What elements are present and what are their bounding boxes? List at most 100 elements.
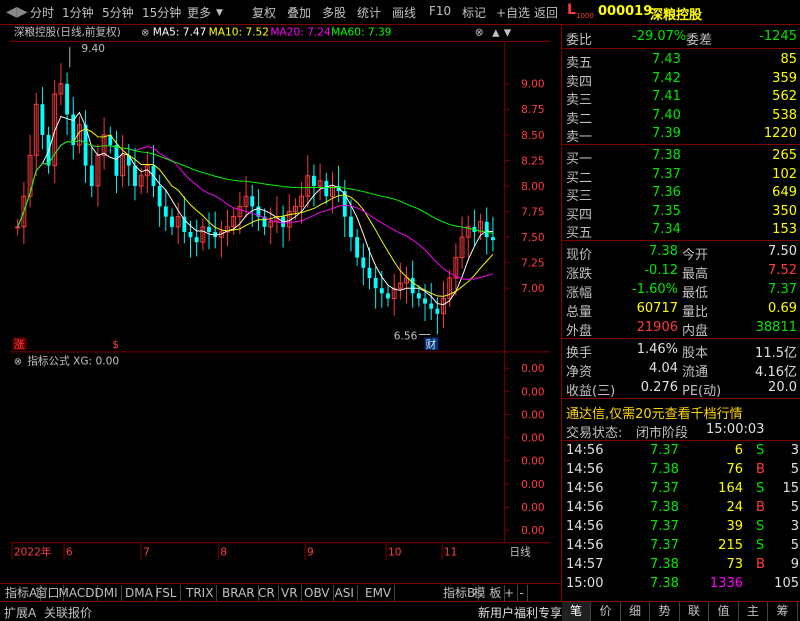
right-tab[interactable]: 价 xyxy=(592,602,621,621)
add-watchlist-button[interactable]: +自选 xyxy=(496,4,530,21)
close-chart-icon[interactable]: ⊗ xyxy=(475,27,484,39)
related-quote-button[interactable]: 关联报价 xyxy=(44,604,92,621)
price-grid: 9.00 8.75 8.50 8.25 8.00 7.75 7.50 7.25 7.00 xyxy=(504,79,545,295)
ask-label: 卖四 xyxy=(566,74,593,90)
right-tab[interactable]: 主 xyxy=(739,602,768,621)
tick-row: 14:56 7.37 215 S 5 xyxy=(562,537,800,555)
tick-price: 7.37 xyxy=(650,519,679,534)
tongji-button[interactable]: 统计 xyxy=(357,4,381,21)
status-value: 闭市阶段 xyxy=(636,426,689,441)
tick-volume: 73 xyxy=(726,557,743,572)
top-toolbar: ◀▶ 分时 1分钟 5分钟 15分钟 更多 ▼ 复权 叠加 多股 统计 画线 F… xyxy=(0,0,800,25)
stat-label: 涨跌 xyxy=(566,267,593,282)
back-button[interactable]: 返回 xyxy=(534,4,558,21)
tab-15min[interactable]: 15分钟 xyxy=(142,4,181,21)
tick-row: 14:56 7.37 39 S 3 xyxy=(562,518,800,536)
tick-volume: 164 xyxy=(718,481,743,496)
tick-row: 14:56 7.38 24 B 5 xyxy=(562,499,800,517)
indicator-tab[interactable]: TRIX xyxy=(183,585,218,601)
cai-badge[interactable]: 财 xyxy=(426,338,437,351)
right-tab[interactable]: 细 xyxy=(621,602,650,621)
tick-count: 15 xyxy=(782,481,799,496)
chart-up-icon[interactable]: ▲ xyxy=(492,28,500,39)
fund-value: 20.0 xyxy=(768,380,797,395)
stock-name: 深粮控股 xyxy=(650,8,703,23)
diejia-button[interactable]: 叠加 xyxy=(287,4,311,21)
ask-label: 卖三 xyxy=(566,93,593,108)
indicator-title: 指标公式 XG: 0.00 xyxy=(27,354,119,367)
more-dropdown-icon[interactable]: ▼ xyxy=(216,8,223,18)
bid-row: 买五 7.34 153 xyxy=(562,221,800,241)
indicator-tab[interactable]: + xyxy=(501,585,519,601)
right-tab[interactable]: 势 xyxy=(651,602,680,621)
indicator-tick: 0.00 xyxy=(521,433,545,445)
stat-label: 现价 xyxy=(566,248,593,263)
indicator-tick: 0.00 xyxy=(521,386,545,398)
indicator-tabs: 指标A 窗口 MACD DMI DMA FSL TRIX BRAR CR VR OBV ASI EMV 指… xyxy=(0,583,560,602)
biaoji-button[interactable]: 标记 xyxy=(462,4,486,21)
status-label: 交易状态: xyxy=(566,426,623,441)
tick-price: 7.37 xyxy=(650,481,679,496)
indicator-settings-icon[interactable]: ⊗ xyxy=(14,356,22,367)
indicator-tab[interactable]: CR xyxy=(255,585,279,601)
indicator-tab[interactable]: VR xyxy=(278,585,302,601)
stat-label: 外盘 xyxy=(566,324,593,339)
right-tab[interactable]: 笔 xyxy=(562,602,591,621)
bid-row: 买四 7.35 350 xyxy=(562,203,800,223)
ma5-label: MA5: 7.47 xyxy=(153,27,207,39)
indicator-tick: 0.00 xyxy=(521,363,545,375)
trade-status-row: 交易状态: 闭市阶段 15:00:03 xyxy=(562,421,800,441)
tick-direction: S xyxy=(756,443,765,458)
stat-row: 涨幅 -1.60% 最低 7.37 xyxy=(562,281,800,301)
tick-direction: S xyxy=(756,538,765,553)
tick-time: 14:56 xyxy=(566,538,604,553)
ask-row: 卖四 7.42 359 xyxy=(562,70,800,90)
ask-row: 卖五 7.43 85 xyxy=(562,51,800,71)
price-tick: 7.75 xyxy=(521,206,545,218)
indicator-tick: 0.00 xyxy=(521,456,545,468)
tick-row: 14:56 7.37 164 S 15 xyxy=(562,480,800,498)
tick-count: 105 xyxy=(774,576,799,591)
weicha-value: -1245 xyxy=(759,29,797,44)
fund-value: 4.04 xyxy=(649,361,678,376)
fund-row: 收益(三) 0.276 PE(动) 20.0 xyxy=(562,379,800,399)
fund-value: 1.46% xyxy=(636,342,678,357)
ask-price: 7.39 xyxy=(652,126,681,141)
tick-count: 5 xyxy=(790,500,799,515)
stat-label: 内盘 xyxy=(682,324,709,339)
tab-1min[interactable]: 1分钟 xyxy=(62,4,94,21)
indicator-tab[interactable]: BRAR xyxy=(219,585,259,601)
nav-arrows-icon[interactable]: ◀▶ xyxy=(6,4,28,20)
indicator-tab[interactable]: DMI xyxy=(92,585,122,601)
promo-row[interactable]: 通达信,仅需20元查看千档行情 xyxy=(562,402,800,422)
tick-row: 14:57 7.38 73 B 9 xyxy=(562,556,800,574)
tab-more[interactable]: 更多 xyxy=(187,4,211,21)
chart-down-icon[interactable]: ▼ xyxy=(504,28,512,39)
duogu-button[interactable]: 多股 xyxy=(322,4,346,21)
f10-button[interactable]: F10 xyxy=(429,4,451,18)
indicator-tab[interactable]: ASI xyxy=(332,585,358,601)
bid-row: 买二 7.37 102 xyxy=(562,166,800,186)
stat-value: 60717 xyxy=(636,301,678,316)
new-user-promo[interactable]: 新用户福利专享 xyxy=(478,604,562,621)
indicator-tab[interactable]: FSL xyxy=(153,585,181,601)
indicator-tab[interactable]: OBV xyxy=(301,585,334,601)
huaxian-button[interactable]: 画线 xyxy=(392,4,416,21)
indicator-tab[interactable]: - xyxy=(517,585,528,601)
right-tab[interactable]: 筹 xyxy=(769,602,798,621)
ma-settings-icon[interactable]: ⊗ xyxy=(141,28,149,39)
fund-row: 净资 4.04 流通 4.16亿 xyxy=(562,360,800,380)
fuquan-button[interactable]: 复权 xyxy=(252,4,276,21)
kline-chart[interactable]: 9.00 8.75 8.50 8.25 8.00 7.75 7.50 7.25 7.00 0.0… xyxy=(0,24,560,564)
stat-value: 7.50 xyxy=(768,244,797,259)
tab-fenshi[interactable]: 分时 xyxy=(30,4,54,21)
low-price-label: 6.56 xyxy=(394,330,418,342)
indicator-tab[interactable]: EMV xyxy=(362,585,396,601)
indicator-ticks: 0.00 0.00 0.00 0.00 0.00 0.00 0.00 0.00 xyxy=(504,363,545,537)
promo-text[interactable]: 通达信,仅需20元查看千档行情 xyxy=(566,403,743,422)
right-tab[interactable]: 联 xyxy=(680,602,709,621)
tab-5min[interactable]: 5分钟 xyxy=(102,4,134,21)
period-label[interactable]: 日线 xyxy=(510,545,532,558)
right-tab[interactable]: 值 xyxy=(710,602,739,621)
extend-a-button[interactable]: 扩展A xyxy=(4,604,36,621)
